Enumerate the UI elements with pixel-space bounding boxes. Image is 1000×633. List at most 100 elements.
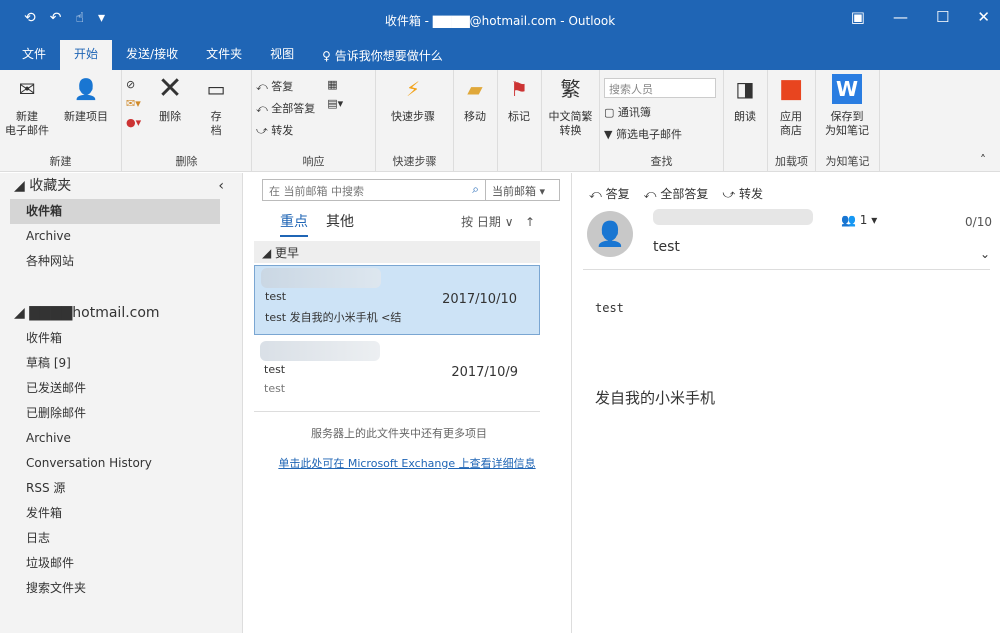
group-tags: ⚑ 标记	[498, 70, 542, 171]
meeting-icon[interactable]: ▦	[327, 78, 343, 91]
forward-icon: ⤻	[256, 124, 272, 137]
tab-file[interactable]: 文件	[8, 40, 60, 70]
sort-dropdown[interactable]: 按 日期 ∨	[461, 215, 513, 229]
folder-archive-favorite[interactable]: Archive	[0, 224, 242, 249]
title-bar: ⟲ ↶ ☝ ▾ 收件箱 - ▇▇▇▇@hotmail.com - Outlook…	[0, 0, 1000, 40]
view-on-exchange-link[interactable]: 单击此处可在 Microsoft Exchange 上查看详细信息	[252, 455, 562, 471]
maximize-button[interactable]: ☐	[936, 8, 949, 26]
delete-x-icon: ✕	[157, 71, 183, 106]
mail-item[interactable]: test 2017/10/10 test 发自我的小米手机 <结	[254, 265, 540, 335]
group-respond: ⤺ 答复 ⤺ 全部答复 ⤻ 转发 ▦ ▤▾ 响应	[252, 70, 376, 171]
folder-search[interactable]: 搜索文件夹	[0, 576, 242, 601]
folder-pane: ◢ 收藏夹 ‹ 收件箱 Archive 各种网站 ◢ ▇▇▇▇hotmail.co…	[0, 173, 243, 633]
tab-view[interactable]: 视图	[256, 40, 308, 70]
lightbulb-icon: ♀	[322, 49, 335, 63]
group-wiz: W 保存到 为知笔记 为知笔记	[816, 70, 880, 171]
ribbon-display-button[interactable]: ▣	[851, 8, 865, 26]
group-header[interactable]: ◢ 更早	[254, 241, 540, 263]
reply-button-reading[interactable]: ⤺ 答复	[589, 185, 630, 202]
folder-move-icon: ▰	[467, 77, 483, 101]
tab-home[interactable]: 开始	[60, 40, 113, 70]
more-items-note: 服务器上的此文件夹中还有更多项目	[311, 427, 487, 440]
store-bag-icon: ■	[778, 74, 804, 104]
ribbon: ✉ 新建 电子邮件 👤 新建项目 新建 ⊘ ✉▾ ●▾ ✕ 删除 ▭ 存 档 删除 ⤺ 答复…	[0, 70, 1000, 172]
folder-inbox-favorite[interactable]: 收件箱	[10, 199, 220, 224]
folder-archive[interactable]: Archive	[0, 426, 242, 451]
address-book-button[interactable]: ▢ 通讯簿	[604, 104, 716, 120]
tags-button[interactable]: ⚑ 标记	[502, 74, 536, 153]
search-scope-dropdown[interactable]: 当前邮箱 ▾	[485, 180, 559, 200]
envelope-icon: ✉	[18, 77, 36, 101]
folder-junk[interactable]: 垃圾邮件	[0, 551, 242, 576]
tab-focused[interactable]: 重点	[280, 211, 308, 237]
reply-all-button[interactable]: ⤺ 全部答复	[256, 100, 315, 116]
collapse-ribbon-icon[interactable]: ˄	[980, 153, 986, 167]
recipients-button[interactable]: 👥 1 ▾	[841, 213, 877, 227]
message-count: 0/10	[965, 215, 992, 229]
tab-send-receive[interactable]: 发送/接收	[112, 40, 192, 70]
reply-all-icon: ⤺	[256, 102, 272, 115]
wiz-note-icon: W	[832, 74, 862, 104]
forward-button-reading[interactable]: ⤻ 转发	[722, 185, 763, 202]
folder-outbox[interactable]: 发件箱	[0, 501, 242, 526]
convert-button[interactable]: 繁中文简繁 转换	[546, 74, 595, 153]
sender-redacted	[261, 268, 381, 288]
mail-item[interactable]: test 2017/10/9 test	[254, 339, 540, 409]
new-email-button[interactable]: ✉ 新建 电子邮件	[4, 74, 50, 153]
close-button[interactable]: ✕	[977, 8, 990, 26]
sender-redacted	[653, 209, 813, 225]
message-subject: test	[653, 239, 680, 255]
message-list: 在 当前邮箱 中搜索 ⌕ 当前邮箱 ▾ 重点 其他 按 日期 ∨ ↑ ◢ 更早 …	[244, 173, 572, 633]
tab-other[interactable]: 其他	[326, 211, 354, 237]
folder-drafts[interactable]: 草稿 [9]	[0, 351, 242, 376]
tab-folder[interactable]: 文件夹	[192, 40, 256, 70]
store-button[interactable]: ■ 应用 商店	[772, 74, 810, 153]
folder-websites-favorite[interactable]: 各种网站	[0, 249, 242, 274]
ribbon-tabs: 文件 开始 发送/接收 文件夹 视图 ♀ 告诉我你想要做什么	[0, 40, 1000, 70]
favorites-header[interactable]: ◢ 收藏夹 ‹	[0, 173, 242, 199]
reply-button[interactable]: ⤺ 答复	[256, 78, 315, 94]
filter-icon: ▼	[604, 128, 616, 141]
folder-deleted[interactable]: 已删除邮件	[0, 401, 242, 426]
divider	[254, 411, 540, 412]
archive-icon: ▭	[206, 77, 226, 101]
group-find: 搜索人员 ▢ 通讯簿 ▼ 筛选电子邮件 查找	[600, 70, 724, 171]
minimize-button[interactable]: —	[893, 8, 908, 26]
people-icon: 👥	[841, 213, 860, 227]
collapse-pane-icon[interactable]: ‹	[218, 173, 224, 199]
folder-rss[interactable]: RSS 源	[0, 476, 242, 501]
divider	[583, 269, 990, 270]
folder-journal[interactable]: 日志	[0, 526, 242, 551]
reply-icon: ⤺	[256, 80, 272, 93]
avatar: 👤	[587, 211, 633, 257]
account-header[interactable]: ◢ ▇▇▇▇hotmail.com	[0, 300, 242, 326]
quick-steps-button[interactable]: ⚡ 快速步骤	[380, 74, 446, 153]
lightning-icon: ⚡	[405, 77, 421, 101]
archive-button[interactable]: ▭ 存 档	[199, 74, 233, 153]
cleanup-icon[interactable]: ✉▾	[126, 97, 141, 110]
move-button[interactable]: ▰ 移动	[458, 74, 492, 153]
search-people-input[interactable]: 搜索人员	[604, 78, 716, 98]
expand-header-icon[interactable]: ⌄	[980, 247, 990, 261]
message-signature: 发自我的小米手机	[595, 389, 716, 407]
ignore-icon[interactable]: ⊘	[126, 78, 141, 91]
search-input[interactable]: 在 当前邮箱 中搜索	[263, 180, 466, 200]
group-speech: ◨ 朗读	[724, 70, 768, 171]
more-respond-icon[interactable]: ▤▾	[327, 97, 343, 110]
filter-email-button[interactable]: ▼ 筛选电子邮件	[604, 126, 716, 142]
new-items-icon: 👤	[73, 77, 99, 101]
folder-inbox[interactable]: 收件箱	[0, 326, 242, 351]
forward-button[interactable]: ⤻ 转发	[256, 122, 315, 138]
folder-sent[interactable]: 已发送邮件	[0, 376, 242, 401]
tell-me-input[interactable]: ♀ 告诉我你想要做什么	[308, 42, 457, 70]
read-aloud-button[interactable]: ◨ 朗读	[728, 74, 762, 153]
reply-all-button-reading[interactable]: ⤺ 全部答复	[644, 185, 709, 202]
folder-conversation-history[interactable]: Conversation History	[0, 451, 242, 476]
group-new: ✉ 新建 电子邮件 👤 新建项目 新建	[0, 70, 122, 171]
sort-direction-button[interactable]: ↑	[525, 215, 535, 229]
new-items-button[interactable]: 👤 新建项目	[56, 74, 116, 153]
junk-icon[interactable]: ●▾	[126, 116, 141, 129]
search-icon[interactable]: ⌕	[466, 180, 485, 200]
save-to-wiz-button[interactable]: W 保存到 为知笔记	[820, 74, 874, 153]
delete-button[interactable]: ✕ 删除	[147, 74, 193, 153]
